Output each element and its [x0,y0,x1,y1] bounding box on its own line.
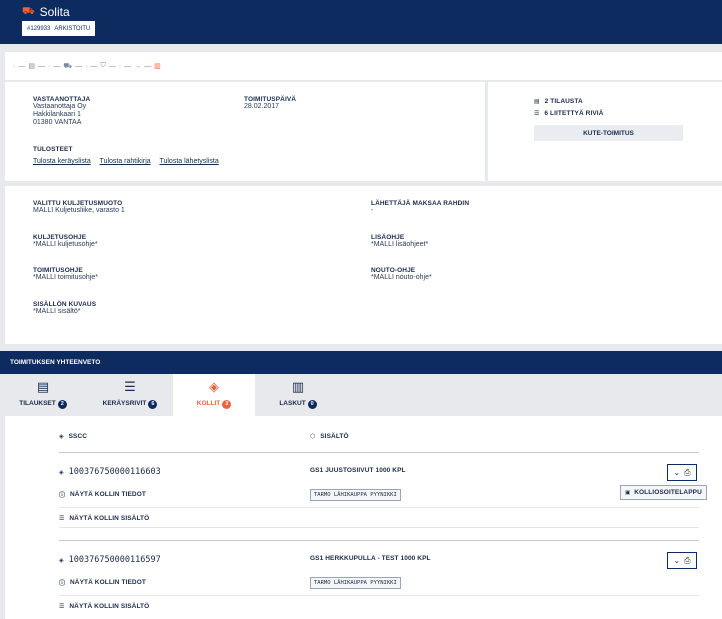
rows-count: ☰ 6 LIITETTYÄ RIVIÄ [534,110,604,117]
truck-icon: ⛟ [22,5,35,17]
info-icon: ⓘ [59,581,66,587]
parcel-contents-link[interactable]: ☰ NÄYTÄ KOLLIN SISÄLTÖ [59,515,149,522]
order-id: #129933 [27,25,51,32]
summary-tabs: ▤ TILAUKSET 2 ☰ KERÄYSRIVIT 6 ◈ KOLLIT 3 ▥ … [0,374,722,416]
parcel-tag: TARMO LÄHIKAUPPA PYYNIKKI [310,489,401,501]
document-icon: ▤ [36,379,50,394]
layers-icon: ◈ [59,469,64,476]
tab-pick-rows[interactable]: ☰ KERÄYSRIVIT 6 [92,374,168,416]
order-badge: #129933 ARKISTOITU [22,21,96,36]
brand[interactable]: ⛟ Solita [22,5,70,19]
tab-count: 2 [57,400,67,409]
divider [59,595,699,596]
printer-icon: ⎙ [684,467,691,477]
contents-block: SISÄLLÖN KUVAUS *MALLI sisältö* [33,301,97,315]
parcel-content: GS1 JUUSTOSIIVUT 1000 kpl [310,467,406,474]
layers-icon: ◈ [59,434,64,440]
delivery-instruction-block: TOIMITUSOHJE *MALLI toimitusohje* [33,267,98,281]
printer-icon: ⎙ [684,555,691,565]
recipient-line: Hakkilankaari 1 [33,111,81,118]
chevron-down-icon: ⌄ [673,556,681,565]
layers-icon: ◈ [59,557,64,564]
parcel-info-link[interactable]: ⓘ NÄYTÄ KOLLIN TIEDOT [59,490,146,499]
layers-icon: ◈ [209,379,219,394]
divider [59,540,699,541]
delivery-date-block: TOIMITUSPÄIVÄ 28.02.2017 [244,96,296,111]
label-icon: ▣ [625,489,631,496]
box-icon: ⬡ [310,434,316,440]
summary-bar: TOIMITUKSEN YHTEENVETO [0,351,722,374]
parcel-sscc: ◈ 100376750000116597 [59,555,161,565]
sscc-column-header: ◈ SSCC [59,433,88,440]
kute-button[interactable]: KUTE-TOIMITUS [534,125,683,141]
parcel-sscc: ◈ 100376750000116603 [59,467,161,477]
list-icon: ☰ [534,111,540,117]
extra-instruction-block: LISÄOHJE *MALLI lisäohjeet* [371,234,429,248]
invoice-icon: ▥ [154,63,161,70]
step-dot-icon: · [47,62,51,70]
divider [59,527,699,528]
list-icon: ☰ [59,516,65,522]
step-line: — [75,62,83,70]
step-line: — [53,62,61,70]
parcel-print-dropdown[interactable]: ⌄ ⎙ [667,464,697,481]
app-header [0,0,722,44]
prints-block: TULOSTEET Tulosta keräyslista Tulosta ra… [33,146,226,165]
tab-count: 3 [222,400,232,409]
pickup-instruction-block: NOUTO-OHJE *MALLI nouto-ohje* [371,267,432,281]
parcel-label-menu-item[interactable]: ▣ KOLLIOSOITELAPPU [620,485,707,500]
parcel-print-dropdown[interactable]: ⌄ ⎙ [667,552,697,569]
recipient-label: VASTAANOTTAJA [33,96,91,103]
recipient-line: 01380 VANTAA [33,119,82,126]
arrow-right-icon: → [134,62,142,70]
step-line: — [37,62,45,70]
tab-invoices[interactable]: ▥ LASKUT 0 [266,374,330,416]
divider [59,507,699,508]
list-icon: ☰ [124,379,136,394]
print-picklist-link[interactable]: Tulosta keräyslista [33,158,91,165]
progress-steps: · — ▤ — · — ⛟ — · — ⛉ — · — → — ▥ [5,52,722,80]
orders-count: ▤ 2 TILAUSTA [534,98,583,105]
step-dot-icon: · [118,62,122,70]
recipient-block: VASTAANOTTAJA Vastaanottaja Oy Hakkilank… [33,96,90,127]
parcel-tag: TARMO LÄHIKAUPPA PYYNIKKI [310,577,401,589]
sender-pays-block: LÄHETTÄJÄ MAKSAA RAHDIN - [371,200,470,214]
step-dot-icon: · [13,62,16,70]
order-status: ARKISTOITU [54,25,91,32]
parcel-info-link[interactable]: ⓘ NÄYTÄ KOLLIN TIEDOT [59,578,146,587]
transport-instruction-block: KULJETUSOHJE *MALLI kuljetusohje* [33,234,98,248]
info-icon: ⓘ [59,493,66,499]
app-title: Solita [39,5,70,19]
list-icon: ☰ [59,604,65,610]
tab-count: 0 [307,400,317,409]
tab-parcels[interactable]: ◈ KOLLIT 3 [173,374,255,416]
document-icon: ▤ [534,99,540,105]
transport-block: VALITTU KULJETUSMUOTO MALLI Kuljetusliik… [33,200,125,214]
delivery-date-label: TOIMITUSPÄIVÄ [244,96,297,103]
tab-orders[interactable]: ▤ TILAUKSET 2 [10,374,76,416]
step-line: — [18,62,26,70]
prints-label: TULOSTEET [33,146,73,153]
print-waybill-link[interactable]: Tulosta rahtikirja [100,158,151,165]
contents-column-header: ⬡ SISÄLTÖ [310,433,349,440]
tab-count: 6 [148,400,158,409]
step-line: — [124,62,132,70]
print-dispatch-link[interactable]: Tulosta lähetyslista [159,158,218,165]
recipient-line: Vastaanottaja Oy [33,103,87,110]
order-doc-icon: ▤ [28,63,35,70]
delivery-date-value: 28.02.2017 [244,103,280,110]
parcel-content: GS1 HERKKUPULLA - TEST 1000 kpl [310,555,431,562]
step-line: — [90,62,98,70]
step-line: — [108,62,116,70]
chevron-down-icon: ⌄ [673,468,681,477]
step-dot-icon: · [85,62,88,70]
divider [59,452,699,453]
basket-icon: ⛉ [100,62,106,69]
parcel-contents-link[interactable]: ☰ NÄYTÄ KOLLIN SISÄLTÖ [59,603,149,610]
truck-icon: ⛟ [63,62,73,70]
step-line: — [144,62,152,70]
invoice-icon: ▥ [291,379,305,394]
